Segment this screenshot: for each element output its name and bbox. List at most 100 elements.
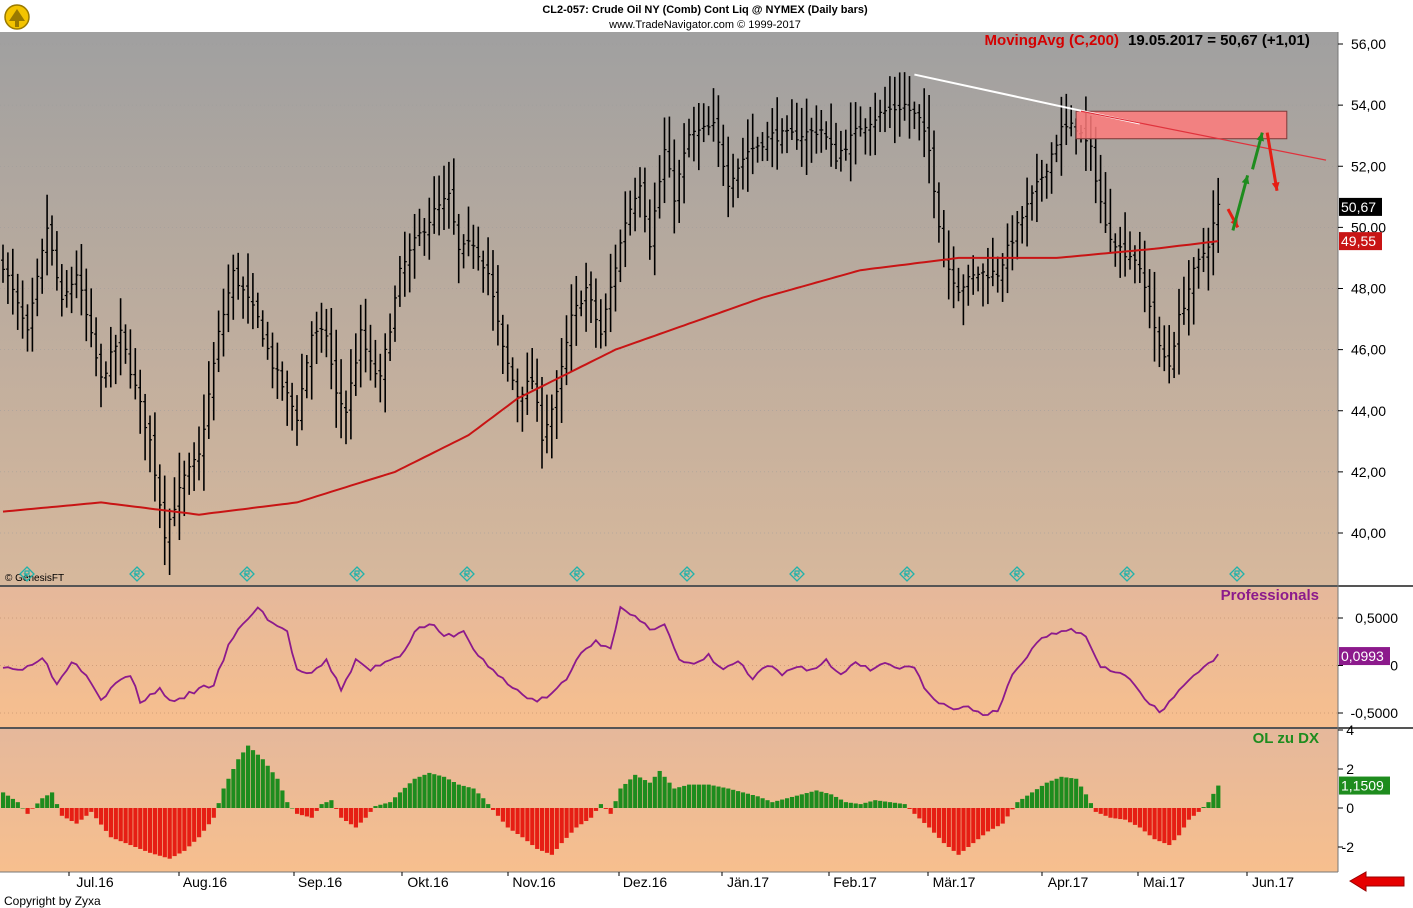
ol-dx-bar (168, 808, 172, 859)
date-tick-label: Dez.16 (623, 874, 668, 890)
ol-dx-bar (462, 786, 466, 808)
ol-dx-bar (84, 808, 88, 816)
ol-dx-bar (506, 808, 510, 828)
ol-dx-tick-label: 2 (1346, 761, 1354, 777)
ol-dx-bar (1128, 808, 1132, 822)
last-close-badge-text: 50,67 (1341, 199, 1376, 215)
ol-dx-title: OL zu DX (1253, 730, 1319, 747)
ol-dx-bar (1206, 802, 1210, 808)
price-tick-label: 44,00 (1351, 403, 1386, 419)
ol-dx-bar (427, 773, 431, 808)
ol-dx-bar (334, 808, 338, 809)
ol-dx-bar (266, 766, 270, 808)
ol-dx-bar (1187, 808, 1191, 820)
ol-dx-bar (383, 803, 387, 808)
ol-dx-bar (1050, 781, 1054, 808)
date-tick-label: Okt.16 (407, 874, 448, 890)
ol-dx-bar (682, 786, 686, 808)
ol-dx-bar (687, 785, 691, 808)
ol-dx-bar (658, 771, 662, 808)
ol-dx-bar (143, 808, 147, 851)
ol-dx-bar (795, 796, 799, 808)
ol-dx-bar (1084, 794, 1088, 808)
ol-dx-bar (976, 808, 980, 839)
ol-dx-bar (560, 808, 564, 843)
ol-dx-bar (295, 808, 299, 814)
ol-dx-bar (898, 803, 902, 808)
ol-dx-bar (457, 785, 461, 808)
ol-dx-bar (633, 775, 637, 808)
ol-dx-bar (834, 797, 838, 808)
ol-dx-bar (883, 802, 887, 809)
ol-dx-bar (393, 797, 397, 808)
ol-dx-tick-label: 0 (1346, 800, 1354, 816)
ol-dx-bar (1157, 808, 1161, 841)
ol-dx-bar (369, 808, 373, 812)
ol-dx-bar (226, 779, 230, 808)
ol-dx-bar (305, 808, 309, 816)
ol-dx-bar (275, 779, 279, 808)
ol-dx-bar (922, 808, 926, 823)
ol-dx-bar (40, 798, 44, 808)
ol-dx-bar (217, 803, 221, 808)
ol-dx-bar (21, 808, 25, 809)
ol-dx-bar (119, 808, 123, 841)
date-axis: Jul.16Aug.16Sep.16Okt.16Nov.16Dez.16Jän.… (69, 872, 1294, 890)
ol-dx-bar (26, 808, 30, 814)
ol-dx-bar (716, 787, 720, 808)
ol-dx-bar (677, 787, 681, 808)
ol-dx-bar (1035, 789, 1039, 808)
ol-dx-bar (1074, 779, 1078, 808)
ol-dx-bar (261, 759, 265, 808)
arrow-left-icon[interactable] (1350, 872, 1404, 891)
ol-dx-bar (1211, 794, 1215, 808)
ol-dx-bar (746, 794, 750, 808)
ol-dx-bar (1094, 808, 1098, 812)
ol-dx-bar (177, 808, 181, 854)
ol-dx-bar (667, 783, 671, 808)
ol-dx-bar (1148, 808, 1152, 835)
ol-dx-bar (844, 802, 848, 808)
ol-dx-bar (173, 808, 177, 856)
ol-dx-bar (991, 808, 995, 829)
chart-header-source: www.TradeNavigator.com © 1999-2017 (608, 19, 801, 31)
ol-dx-bar (1153, 808, 1157, 839)
ol-dx-bar (1079, 787, 1083, 808)
ol-dx-bar (1055, 779, 1059, 808)
price-tick-label: 52,00 (1351, 158, 1386, 174)
ol-dx-bar (349, 808, 353, 824)
ol-dx-bar (765, 800, 769, 808)
ol-dx-bar (917, 808, 921, 818)
ol-dx-bar (961, 808, 965, 851)
ol-dx-bar (89, 808, 93, 812)
professionals-title: Professionals (1221, 587, 1319, 604)
ol-dx-bar (741, 792, 745, 808)
ol-dx-bar (761, 798, 765, 808)
date-tick-label: Mär.17 (933, 874, 976, 890)
ol-dx-bar (584, 808, 588, 821)
ol-dx-bar (280, 790, 284, 808)
date-tick-label: Sep.16 (298, 874, 343, 890)
date-tick-label: Apr.17 (1048, 874, 1089, 890)
ol-dx-bar (378, 805, 382, 808)
price-axis-bg (1338, 32, 1413, 585)
ol-dx-bar (859, 804, 863, 808)
chart-header-title: CL2-057: Crude Oil NY (Comb) Cont Liq @ … (542, 4, 868, 16)
ol-dx-bar (971, 808, 975, 843)
scroll-back-button[interactable] (1350, 872, 1404, 891)
ol-dx-bar (344, 808, 348, 821)
app-logo-icon[interactable] (5, 5, 29, 29)
ol-dx-bar (599, 804, 603, 808)
ol-dx-bar (618, 789, 622, 809)
ol-dx-bar (486, 804, 490, 808)
ol-dx-bar (422, 775, 426, 808)
ol-dx-bar (849, 803, 853, 808)
ol-dx-bar (937, 808, 941, 838)
ol-dx-bar (471, 789, 475, 809)
ol-dx-bar (153, 808, 157, 854)
ol-dx-bar (1118, 808, 1122, 819)
price-tick-label: 54,00 (1351, 97, 1386, 113)
date-tick-label: Jul.16 (76, 874, 114, 890)
ol-dx-bar (516, 808, 520, 834)
last-close-badge: 50,67 (1339, 198, 1382, 216)
